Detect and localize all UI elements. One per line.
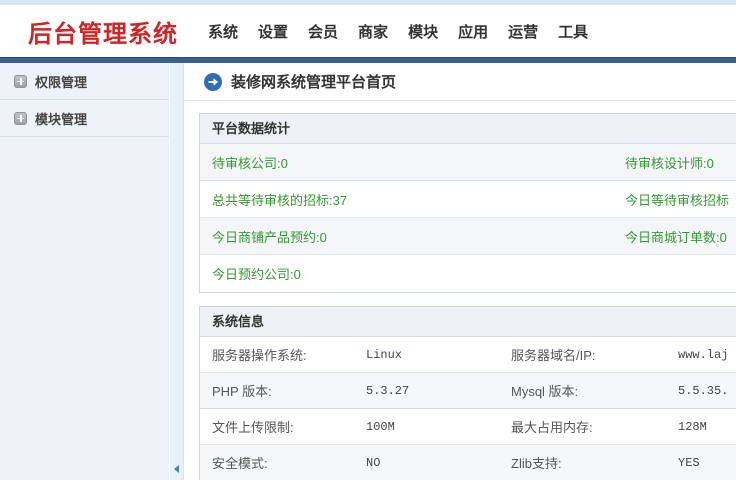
stats-row: 今日预约公司:0: [200, 255, 736, 292]
stat-pending-designers: 待审核设计师:0: [625, 153, 736, 172]
stat-today-pending-bids: 今日等待审核招标: [625, 190, 736, 209]
nav-item-members[interactable]: 会员: [308, 21, 338, 42]
sidebar-item-permissions[interactable]: 权限管理: [0, 63, 169, 100]
nav-item-tools[interactable]: 工具: [558, 21, 588, 42]
zlib-support-value: YES: [678, 456, 736, 470]
sidebar-item-modules[interactable]: 模块管理: [0, 100, 169, 137]
nav-item-merchant[interactable]: 商家: [358, 21, 388, 42]
nav-item-ops[interactable]: 运营: [508, 21, 538, 42]
system-info-title: 系统信息: [200, 307, 736, 337]
safe-mode-value: NO: [366, 456, 511, 470]
platform-stats-panel: 平台数据统计 待审核公司:0 待审核设计师:0 总共等待审核的招标:37 今日等…: [199, 113, 736, 293]
server-domain-label: 服务器域名/IP:: [511, 345, 678, 364]
system-info-row: 服务器操作系统: Linux 服务器域名/IP: www.laj: [200, 337, 736, 373]
expand-plus-icon[interactable]: [14, 112, 27, 125]
nav-item-modules[interactable]: 模块: [408, 21, 438, 42]
system-info-row: PHP 版本: 5.3.27 Mysql 版本: 5.5.35.: [200, 373, 736, 409]
sidebar: 权限管理 模块管理: [0, 63, 169, 480]
nav-item-system[interactable]: 系统: [208, 21, 238, 42]
stats-row: 待审核公司:0 待审核设计师:0: [200, 144, 736, 181]
max-memory-value: 128M: [678, 420, 736, 434]
nav-item-apps[interactable]: 应用: [458, 21, 488, 42]
sidebar-item-label: 模块管理: [35, 109, 87, 128]
page-header: 装修网系统管理平台首页: [184, 63, 736, 101]
server-os-value: Linux: [366, 348, 511, 362]
stat-total-pending-bids: 总共等待审核的招标:37: [200, 190, 625, 209]
upload-limit-label: 文件上传限制:: [200, 417, 366, 436]
system-info-panel: 系统信息 服务器操作系统: Linux 服务器域名/IP: www.laj PH…: [199, 306, 736, 480]
top-nav: 系统 设置 会员 商家 模块 应用 运营 工具: [208, 21, 588, 42]
system-info-row: 文件上传限制: 100M 最大占用内存: 128M: [200, 409, 736, 445]
sidebar-splitter[interactable]: [169, 63, 184, 480]
mysql-version-label: Mysql 版本:: [511, 381, 678, 400]
arrow-right-circle-icon: [204, 73, 222, 91]
server-domain-value: www.laj: [678, 348, 736, 362]
mysql-version-value: 5.5.35.: [678, 384, 736, 398]
page-title: 装修网系统管理平台首页: [231, 71, 396, 92]
stats-row: 总共等待审核的招标:37 今日等待审核招标: [200, 181, 736, 218]
system-info-row: 安全模式: NO Zlib支持: YES: [200, 445, 736, 480]
sidebar-item-label: 权限管理: [35, 72, 87, 91]
nav-item-settings[interactable]: 设置: [258, 21, 288, 42]
app-logo: 后台管理系统: [28, 14, 178, 49]
max-memory-label: 最大占用内存:: [511, 417, 678, 436]
expand-plus-icon[interactable]: [14, 75, 27, 88]
php-version-label: PHP 版本:: [200, 381, 366, 400]
safe-mode-label: 安全模式:: [200, 453, 366, 472]
upload-limit-value: 100M: [366, 420, 511, 434]
app-header: 后台管理系统 系统 设置 会员 商家 模块 应用 运营 工具: [0, 5, 736, 57]
server-os-label: 服务器操作系统:: [200, 345, 366, 364]
php-version-value: 5.3.27: [366, 384, 511, 398]
stat-today-shop-bookings: 今日商铺产品预约:0: [200, 227, 625, 246]
stat-today-booked-companies: 今日预约公司:0: [200, 264, 625, 283]
collapse-left-arrow-icon[interactable]: [174, 465, 179, 473]
main-content: 装修网系统管理平台首页 平台数据统计 待审核公司:0 待审核设计师:0 总共等待…: [184, 63, 736, 480]
zlib-support-label: Zlib支持:: [511, 453, 678, 472]
stats-panel-title: 平台数据统计: [200, 114, 736, 144]
stats-row: 今日商铺产品预约:0 今日商城订单数:0: [200, 218, 736, 255]
stat-pending-companies: 待审核公司:0: [200, 153, 625, 172]
stat-today-mall-orders: 今日商城订单数:0: [625, 227, 736, 246]
